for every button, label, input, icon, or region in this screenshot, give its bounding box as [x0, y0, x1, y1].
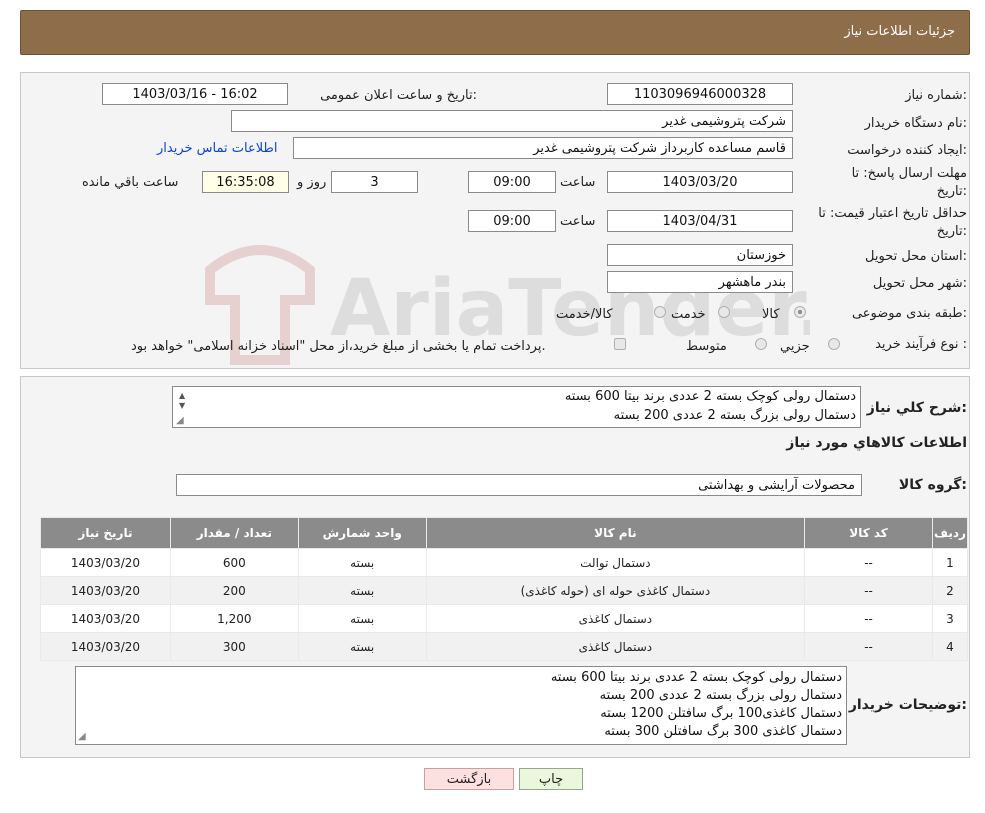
remaining-time-field: 16:35:08	[202, 171, 289, 193]
summary-line-2: دستمال رولی بزرگ بسته 2 عددی 200 بسته	[613, 408, 856, 423]
category-goods-label: کالا	[762, 307, 780, 322]
cell-row: 2	[932, 577, 967, 604]
need-number-label: شماره نیاز:	[905, 88, 967, 103]
cell-code: --	[805, 549, 932, 576]
scroll-down-icon[interactable]: ▼	[179, 401, 185, 410]
resize-handle-icon[interactable]: ◢	[78, 731, 86, 742]
col-need-date: تاریخ نیاز	[41, 518, 170, 548]
summary-textarea[interactable]: دستمال رولی کوچک بسته 2 عددی برند بیتا 6…	[172, 386, 861, 428]
buyer-contact-link[interactable]: اطلاعات تماس خریدار	[157, 141, 277, 156]
cell-row: 3	[932, 605, 967, 632]
creator-field: قاسم مساعده کاربرداز شرکت پتروشیمی غدیر	[293, 137, 793, 159]
summary-label: شرح کلي نياز:	[866, 400, 967, 416]
category-service-label: خدمت	[671, 307, 706, 322]
remaining-days-field: 3	[331, 171, 418, 193]
deadline-time-field: 09:00	[468, 171, 556, 193]
resize-handle-icon[interactable]: ◢	[176, 415, 184, 426]
validity-time-field: 09:00	[468, 210, 556, 232]
page-header: جزئیات اطلاعات نیاز	[20, 10, 970, 55]
table-header-row: تاریخ نیاز تعداد / مقدار واحد شمارش نام …	[41, 518, 967, 548]
process-label: نوع فرآیند خرید :	[875, 337, 967, 352]
deadline-label-date: تاریخ:	[936, 184, 967, 199]
validity-label: حداقل تاریخ اعتبار قیمت: تا	[818, 206, 967, 221]
need-number-field: 1103096946000328	[607, 83, 793, 105]
cell-name: دستمال کاغذی	[426, 633, 805, 660]
group-label: گروه کالا:	[898, 477, 967, 493]
notes-label: توضیحات خریدار:	[848, 697, 967, 713]
notes-line-1: دستمال رولی کوچک بسته 2 عددی برند بیتا 6…	[550, 670, 842, 685]
buyer-label: نام دستگاه خریدار:	[864, 116, 967, 131]
remaining-label: ساعت باقي مانده	[82, 175, 179, 190]
category-service-radio[interactable]	[718, 306, 730, 318]
deadline-time-label: ساعت	[560, 175, 596, 190]
col-item-code: کد کالا	[805, 518, 932, 548]
table-row: 1403/03/20 600 بسته دستمال توالت -- 1	[41, 549, 967, 576]
process-medium-label: متوسط	[686, 339, 727, 354]
category-goods-service-radio[interactable]	[654, 306, 666, 318]
cell-row: 1	[932, 549, 967, 576]
col-unit: واحد شمارش	[298, 518, 426, 548]
creator-label: ایجاد کننده درخواست:	[847, 143, 967, 158]
col-quantity: تعداد / مقدار	[170, 518, 298, 548]
notes-line-3: دستمال کاغذی100 برگ سافتلن 1200 بسته	[600, 706, 842, 721]
category-goods-radio[interactable]	[794, 306, 806, 318]
days-label: روز و	[297, 175, 327, 190]
category-label: طبقه بندی موضوعی:	[851, 306, 967, 321]
cell-date: 1403/03/20	[41, 633, 170, 660]
col-row-number: ردیف	[932, 518, 967, 548]
cell-code: --	[805, 633, 932, 660]
province-field: خوزستان	[607, 244, 793, 266]
notes-line-2: دستمال رولی بزرگ بسته 2 عددی 200 بسته	[599, 688, 842, 703]
province-label: استان محل تحویل:	[865, 249, 967, 264]
items-heading: اطلاعات کالاهاي مورد نياز	[786, 435, 967, 451]
cell-quantity: 300	[170, 633, 298, 660]
page-title: جزئیات اطلاعات نیاز	[844, 24, 955, 39]
validity-time-label: ساعت	[560, 214, 596, 229]
cell-code: --	[805, 605, 932, 632]
cell-name: دستمال کاغذی	[426, 605, 805, 632]
table-row: 1403/03/20 200 بسته دستمال کاغذی حوله ای…	[41, 577, 967, 604]
cell-quantity: 600	[170, 549, 298, 576]
process-medium-radio[interactable]	[755, 338, 767, 350]
items-table: تاریخ نیاز تعداد / مقدار واحد شمارش نام …	[40, 517, 968, 661]
process-minor-label: جزیي	[780, 339, 810, 354]
notes-line-4: دستمال کاغذی 300 برگ سافتلن 300 بسته	[604, 724, 842, 739]
cell-code: --	[805, 577, 932, 604]
summary-line-1: دستمال رولی کوچک بسته 2 عددی برند بیتا 6…	[564, 389, 856, 404]
treasury-checkbox[interactable]	[614, 338, 626, 350]
cell-quantity: 200	[170, 577, 298, 604]
deadline-label: مهلت ارسال پاسخ: تا	[851, 166, 967, 181]
table-row: 1403/03/20 300 بسته دستمال کاغذی -- 4	[41, 633, 967, 660]
cell-unit: بسته	[298, 605, 426, 632]
cell-quantity: 1,200	[170, 605, 298, 632]
cell-date: 1403/03/20	[41, 549, 170, 576]
print-button[interactable]: چاپ	[519, 768, 583, 790]
back-button[interactable]: بازگشت	[424, 768, 514, 790]
process-minor-radio[interactable]	[828, 338, 840, 350]
announce-label: تاریخ و ساعت اعلان عمومی:	[320, 88, 477, 103]
announce-field: 1403/03/16 - 16:02	[102, 83, 288, 105]
col-item-name: نام کالا	[426, 518, 805, 548]
deadline-date-field: 1403/03/20	[607, 171, 793, 193]
validity-date-field: 1403/04/31	[607, 210, 793, 232]
table-row: 1403/03/20 1,200 بسته دستمال کاغذی -- 3	[41, 605, 967, 632]
scroll-up-icon[interactable]: ▲	[179, 391, 185, 400]
category-goods-service-label: کالا/خدمت	[556, 307, 613, 322]
notes-textarea[interactable]: دستمال رولی کوچک بسته 2 عددی برند بیتا 6…	[75, 666, 847, 745]
validity-label-date: تاریخ:	[936, 224, 967, 239]
cell-unit: بسته	[298, 577, 426, 604]
cell-name: دستمال توالت	[426, 549, 805, 576]
cell-unit: بسته	[298, 549, 426, 576]
cell-row: 4	[932, 633, 967, 660]
city-field: بندر ماهشهر	[607, 271, 793, 293]
group-field: محصولات آرایشی و بهداشتی	[176, 474, 862, 496]
cell-name: دستمال کاغذی حوله ای (حوله کاغذی)	[426, 577, 805, 604]
city-label: شهر محل تحویل:	[872, 276, 967, 291]
treasury-note: پرداخت تمام یا بخشی از مبلغ خرید،از محل …	[131, 339, 546, 354]
cell-unit: بسته	[298, 633, 426, 660]
buyer-field: شرکت پتروشیمی غدیر	[231, 110, 793, 132]
cell-date: 1403/03/20	[41, 577, 170, 604]
cell-date: 1403/03/20	[41, 605, 170, 632]
